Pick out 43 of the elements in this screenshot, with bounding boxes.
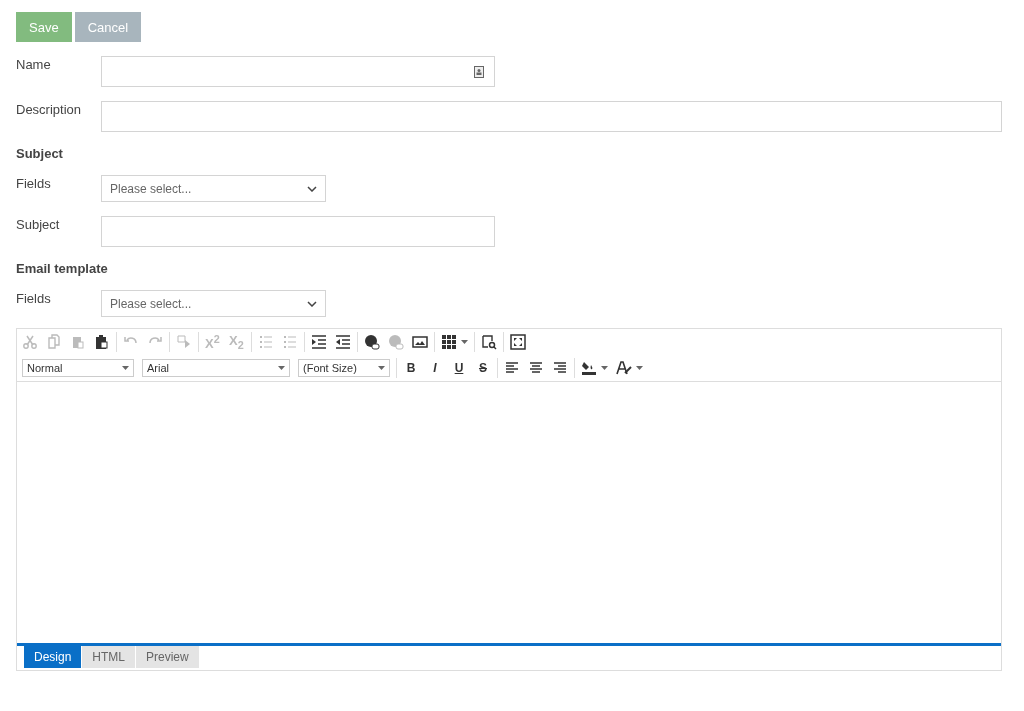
contact-card-icon — [474, 66, 484, 78]
field-label: Fields — [16, 290, 52, 306]
spell-check-icon[interactable] — [616, 360, 632, 376]
editor-tab[interactable]: HTML — [82, 646, 136, 668]
expand-icon[interactable] — [510, 334, 526, 350]
text-field[interactable] — [101, 101, 1002, 132]
indent-icon[interactable] — [311, 334, 327, 350]
format-button[interactable]: I — [427, 361, 443, 375]
toolbar-dropdown[interactable]: Normal — [22, 359, 134, 377]
toolbar-dropdown[interactable]: Arial — [142, 359, 290, 377]
outdent-icon[interactable] — [335, 334, 351, 350]
section-heading: Subject — [16, 146, 64, 161]
toolbar-dropdown[interactable]: (Font Size) — [298, 359, 390, 377]
field-label: Description — [16, 101, 83, 117]
field-label: Fields — [16, 175, 52, 191]
editor-tab[interactable]: Preview — [136, 646, 199, 668]
chevron-down-icon — [307, 300, 317, 307]
align-center-icon[interactable] — [528, 360, 544, 376]
text-field[interactable] — [101, 56, 495, 87]
select-dropdown[interactable]: Please select... — [101, 175, 326, 202]
caret-icon — [122, 366, 129, 370]
format-button[interactable]: B — [403, 361, 419, 375]
magnifier-icon[interactable] — [481, 334, 497, 350]
clipboard-icon[interactable] — [94, 334, 110, 350]
caret-icon[interactable] — [601, 366, 608, 370]
field-label: Subject — [16, 216, 61, 232]
field-label: Name — [16, 56, 52, 72]
section-heading: Email template — [16, 261, 109, 276]
align-right-icon[interactable] — [552, 360, 568, 376]
align-left-icon[interactable] — [504, 360, 520, 376]
caret-icon — [378, 366, 385, 370]
chevron-down-icon — [307, 185, 317, 192]
format-button[interactable]: S — [475, 361, 491, 375]
caret-icon — [278, 366, 285, 370]
text-field[interactable] — [101, 216, 495, 247]
image-icon[interactable] — [412, 334, 428, 350]
paint-drop-icon[interactable] — [581, 360, 597, 376]
format-button[interactable]: U — [451, 361, 467, 375]
grid-icon[interactable] — [441, 334, 457, 350]
caret-icon[interactable] — [636, 366, 643, 370]
editor-tab[interactable]: Design — [24, 646, 82, 668]
caret-icon[interactable] — [461, 340, 468, 344]
select-dropdown[interactable]: Please select... — [101, 290, 326, 317]
